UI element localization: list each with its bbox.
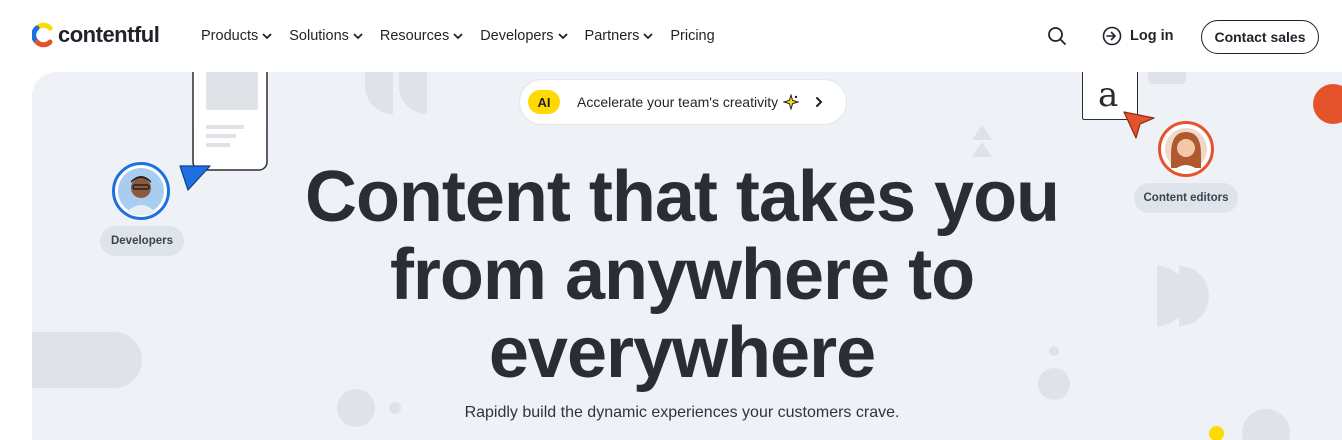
contact-sales-button[interactable]: Contact sales [1201,20,1319,54]
nav-item-label: Resources [379,28,450,44]
person-illustration [1165,128,1207,172]
chevron-down-icon [262,33,272,40]
nav-item-resources[interactable]: Resources [380,26,464,46]
nav-item-partners[interactable]: Partners [585,26,655,46]
nav-item-label: Solutions [289,28,349,44]
cursor-arrow-icon [179,165,211,191]
headline-line: from anywhere to [389,235,975,315]
hero-section: Developers a Content editors AI Accelera… [32,72,1342,440]
search-icon[interactable] [1046,25,1068,47]
chevron-down-icon [353,33,363,40]
chevron-right-icon [816,97,823,107]
nav-item-solutions[interactable]: Solutions [289,26,364,46]
glyph-letter: a [1098,75,1119,115]
triangle-decoration [972,125,992,157]
yellow-dot-decoration [1209,426,1224,440]
hero-headline: Content that takes you from anywhere to … [232,158,1132,392]
ai-promo-banner[interactable]: AI Accelerate your team's creativity [519,79,847,125]
quote-shape-decoration [365,72,427,114]
half-circles-decoration [1157,266,1209,326]
pill-decoration [32,332,142,388]
nav-item-label: Products [201,28,259,44]
login-link[interactable]: Log in [1101,25,1174,47]
circle-decoration [1242,409,1290,440]
login-arrow-icon [1102,26,1122,46]
sparkle-icon [783,94,800,110]
developer-avatar [112,162,170,220]
nav-item-label: Partners [584,28,640,44]
card-decoration [1148,72,1186,84]
brand-logo[interactable]: contentful [32,22,160,48]
chevron-down-icon [453,33,463,40]
orange-circle-decoration [1313,84,1342,124]
brand-name: contentful [58,22,160,47]
ai-promo-text: Accelerate your team's creativity [577,94,779,110]
headline-line: everywhere [488,313,876,393]
person-illustration [118,168,164,215]
content-editors-tag: Content editors [1134,183,1238,213]
nav-item-products[interactable]: Products [201,26,273,46]
logo-icon [32,22,53,48]
ai-badge: AI [528,90,560,114]
top-nav: contentful Products Solutions Resources … [0,0,1342,72]
nav-item-pricing[interactable]: Pricing [670,26,714,46]
hero-subheadline: Rapidly build the dynamic experiences yo… [464,404,900,421]
nav-item-label: Developers [480,28,554,44]
login-label: Log in [1130,28,1174,44]
main-menu: Products Solutions Resources Developers … [201,26,731,46]
chevron-down-icon [557,33,568,40]
nav-item-developers[interactable]: Developers [480,26,568,46]
chevron-down-icon [643,33,653,40]
nav-item-label: Pricing [670,28,715,44]
headline-line: Content that takes you [304,157,1060,237]
content-editor-avatar [1158,121,1214,177]
developers-tag: Developers [100,226,184,256]
cursor-arrow-icon [1123,111,1155,139]
